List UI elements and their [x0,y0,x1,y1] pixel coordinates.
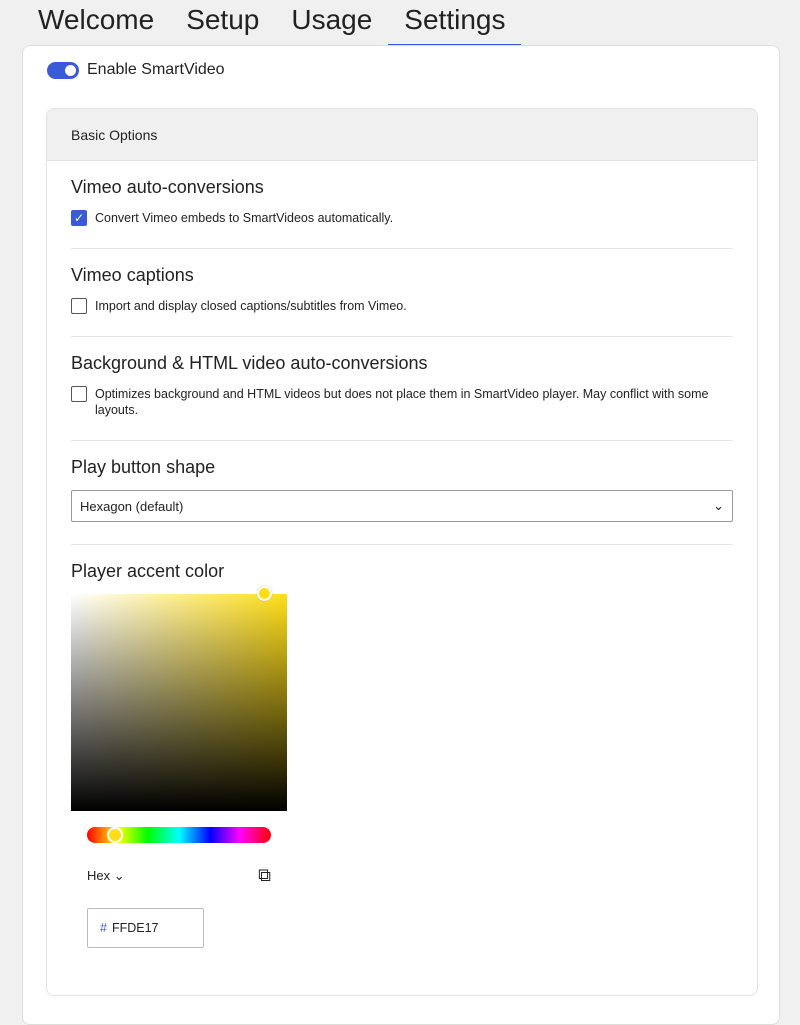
tab-welcome[interactable]: Welcome [22,0,170,45]
section-title: Play button shape [71,457,216,477]
enable-smartvideo-label: Enable SmartVideo [87,61,225,78]
color-format-dropdown[interactable]: Hex ⌄ [87,868,125,884]
play-button-shape-select[interactable]: Hexagon (default) ⌄ [71,490,733,522]
hue-slider[interactable] [87,827,271,843]
tab-usage[interactable]: Usage [275,0,388,45]
enable-smartvideo-toggle[interactable] [47,61,79,79]
section-title: Vimeo auto-conversions [71,177,264,197]
color-format-label: Hex [87,867,111,883]
tab-settings[interactable]: Settings [388,0,522,45]
basic-options-panel: Basic Options Vimeo auto-conversions ✓ C… [46,108,758,996]
vimeo-auto-checkbox[interactable]: ✓ [71,210,87,226]
checkbox-label: Optimizes background and HTML videos but… [95,387,709,417]
section-title: Player accent color [71,561,225,581]
section-vimeo-auto: Vimeo auto-conversions ✓ Convert Vimeo e… [71,161,733,249]
checkbox-label: Convert Vimeo embeds to SmartVideos auto… [95,211,394,225]
settings-card: Enable SmartVideo Basic Options Vimeo au… [22,45,780,1025]
section-play-button: Play button shape Hexagon (default) ⌄ [71,441,733,545]
copy-icon[interactable]: ⧉ [258,865,271,886]
checkbox-label: Import and display closed captions/subti… [95,299,407,313]
tab-bar: Welcome Setup Usage Settings [22,0,522,45]
section-title: Background & HTML video auto-conversions [71,353,428,373]
enable-smartvideo-row: Enable SmartVideo [47,61,225,79]
color-picker-handle[interactable] [257,586,272,601]
section-background-html: Background & HTML video auto-conversions… [71,337,733,441]
panel-title: Basic Options [47,109,757,161]
section-vimeo-captions: Vimeo captions Import and display closed… [71,249,733,337]
hex-value: FFDE17 [111,921,159,935]
section-title: Vimeo captions [71,265,194,285]
hue-slider-handle[interactable] [107,827,123,843]
tab-setup[interactable]: Setup [170,0,275,45]
hex-input[interactable]: # FFDE17 [87,908,204,948]
select-value: Hexagon (default) [80,498,184,514]
chevron-down-icon: ⌄ [713,498,724,513]
section-accent-color: Player accent color Hex ⌄ ⧉ # FFDE17 [71,545,733,970]
background-html-checkbox[interactable] [71,386,87,402]
vimeo-captions-checkbox[interactable] [71,298,87,314]
saturation-value-picker[interactable] [71,586,287,811]
hash-label: # [100,921,107,935]
